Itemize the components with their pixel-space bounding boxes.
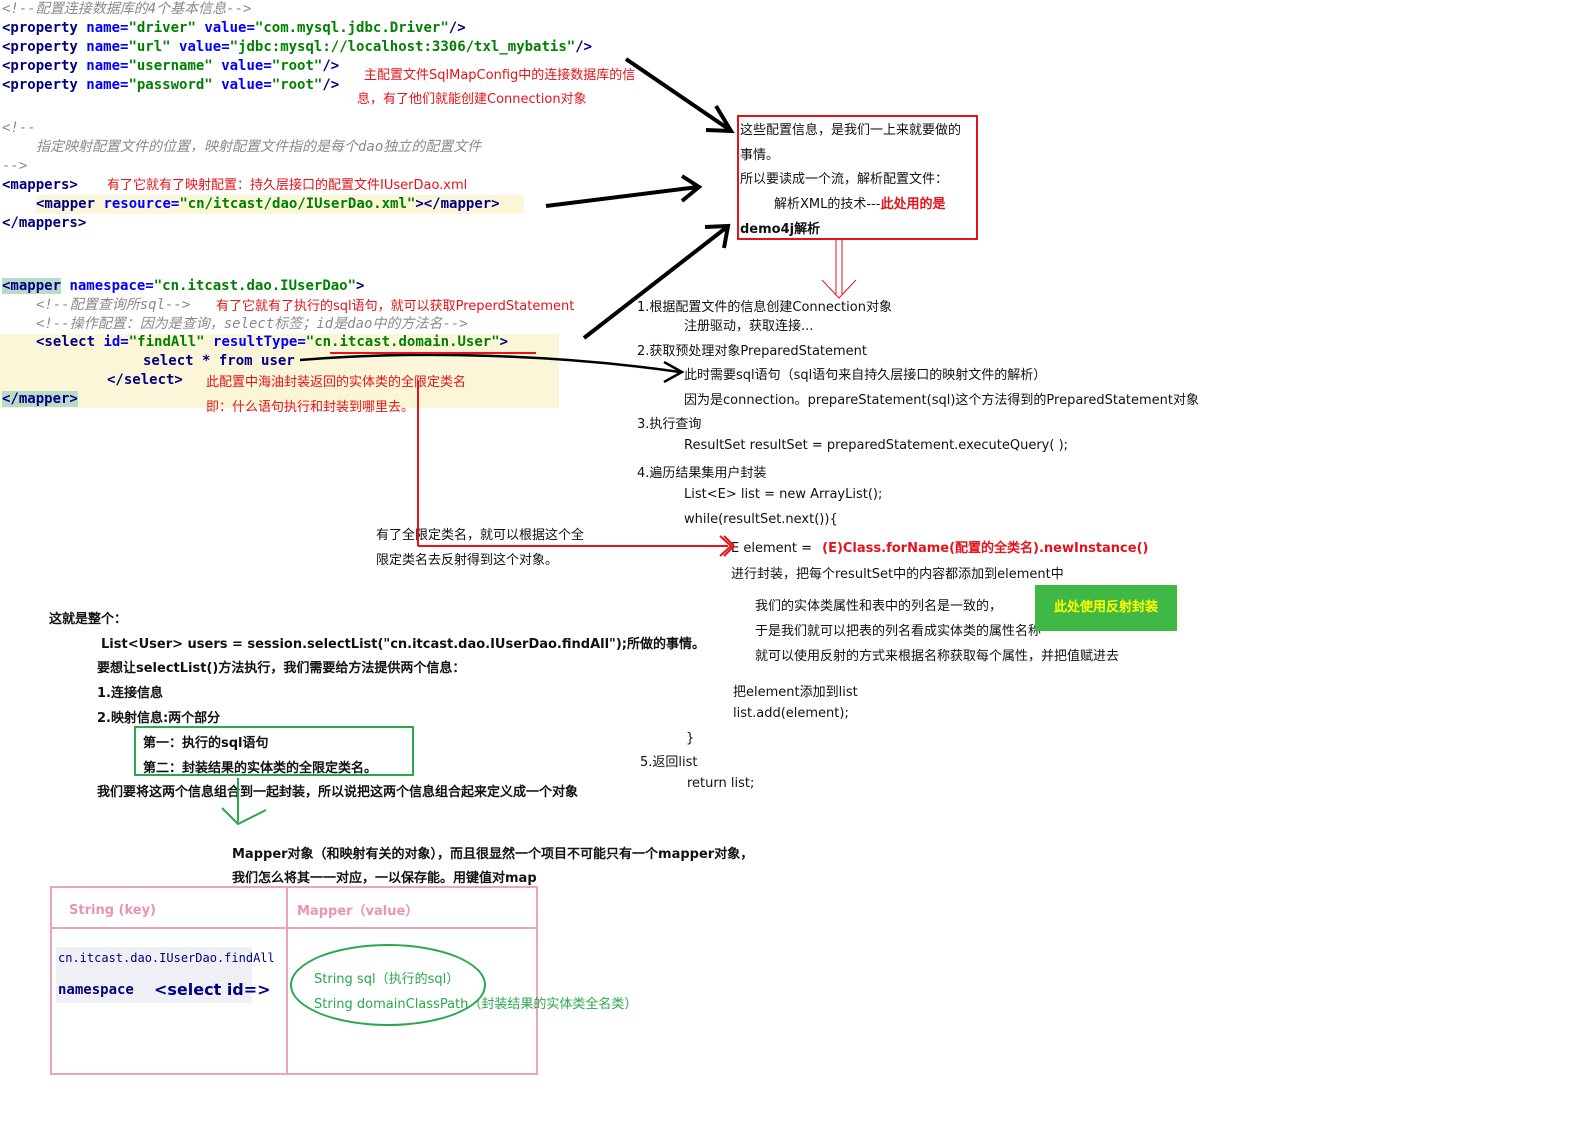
map-value-header: Mapper（value）: [297, 904, 419, 919]
step-2b: 因为是connection。prepareStatement(sql)这个方法得…: [684, 393, 1200, 408]
mapper-open-line: <mapper namespace="cn.itcast.dao.IUserDa…: [2, 278, 365, 294]
note-resulttype-1: 此配置中海油封装返回的实体类的全限定类名: [206, 375, 467, 390]
box-line1: 这些配置信息，是我们一上来就要做的: [740, 123, 962, 138]
sql-statement: select * from user: [143, 353, 295, 369]
step-4g: 就可以使用反射的方式来根据名称获取每个属性，并把值赋进去: [755, 649, 1120, 664]
property-url: <property name="url" value="jdbc:mysql:/…: [2, 39, 593, 55]
summary-l3: 要想让selectList()方法执行，我们需要给方法提供两个信息：: [97, 661, 466, 676]
step-4h: 把element添加到list: [733, 685, 858, 700]
property-driver: <property name="driver" value="com.mysql…: [2, 20, 466, 36]
property-username: <property name="username" value="root"/>: [2, 58, 340, 74]
map-table-row-divider: [50, 927, 538, 929]
box-line5: demo4j解析: [740, 222, 821, 237]
summary-l4: 1.连接信息: [97, 686, 163, 701]
step-4b: while(resultSet.next()){: [684, 512, 838, 527]
step-5a: return list;: [687, 776, 755, 791]
select-open-line: <select id="findAll" resultType="cn.itca…: [36, 334, 509, 350]
map-key-select-id: <select id=>: [154, 980, 271, 999]
select-close-line: </select>: [107, 372, 183, 388]
db-comment: <!--配置连接数据库的4个基本信息-->: [2, 0, 251, 19]
map-key-header: String (key): [69, 903, 157, 918]
summary-l1: 这就是整个：: [49, 612, 128, 627]
box-line3: 所以要读成一个流，解析配置文件：: [740, 172, 949, 187]
summary-l8: 我们要将这两个信息组合到一起封装，所以说把这两个信息组合起来定义成一个对象: [97, 785, 579, 800]
property-password: <property name="password" value="root"/>: [2, 77, 340, 93]
mappers-comment-open: <!--: [2, 120, 36, 136]
summary-l5: 2.映射信息:两个部分: [97, 711, 221, 726]
map-key-namespace: namespace: [58, 982, 134, 998]
step-3: 3.执行查询: [637, 417, 702, 432]
note-db-line2: 息，有了他们就能创建Connection对象: [357, 92, 587, 107]
mapper-close-line: </mapper>: [2, 391, 78, 407]
step-4i: list.add(element);: [733, 706, 849, 721]
step-2a: 此时需要sql语句（sql语句来自持久层接口的映射文件的解析）: [684, 368, 1047, 383]
step-4f: 于是我们就可以把表的列名看成实体类的属性名称: [755, 624, 1042, 639]
mapper-comment-1: <!--配置查询所sql-->: [36, 297, 191, 313]
summary-l6: 第一：执行的sql语句: [143, 736, 269, 751]
arrow-mappers-to-box: [545, 174, 703, 208]
step-1a: 注册驱动，获取连接...: [684, 319, 814, 334]
reflection-badge: 此处使用反射封装: [1035, 585, 1177, 631]
map-key-fullname: cn.itcast.dao.IUserDao.findAll: [58, 951, 275, 965]
mapper-obj-l2: 我们怎么将其一一对应，一以保存能。用键值对map: [232, 871, 537, 886]
step-4d: 进行封装，把每个resultSet中的内容都添加到element中: [731, 567, 1064, 582]
step-4j: }: [686, 731, 695, 746]
summary-l2: List<User> users = session.selectList("c…: [101, 637, 705, 652]
mapper-resource-line: <mapper resource="cn/itcast/dao/IUserDao…: [36, 195, 524, 214]
step-3a: ResultSet resultSet = preparedStatement.…: [684, 438, 1069, 453]
mappers-open: <mappers>: [2, 177, 78, 193]
mappers-close: </mappers>: [2, 215, 87, 231]
step-4c: E element = (E)Class.forName(配置的全类名).new…: [731, 541, 1149, 556]
note-resulttype-2: 即：什么语句执行和封装到哪里去。: [206, 400, 415, 415]
map-value-sql: String sql（执行的sql）: [314, 972, 460, 987]
box-line4: 解析XML的技术---此处用的是: [774, 197, 946, 212]
step-5: 5.返回list: [640, 755, 698, 770]
map-value-classpath: String domainClassPath（封装结果的实体类全名类）: [314, 997, 638, 1012]
box-line2: 事情。: [740, 148, 780, 163]
mappers-comment-close: -->: [2, 158, 28, 174]
db-comment-text: <!--配置连接数据库的4个基本信息-->: [2, 1, 252, 17]
arrow-db-to-box: [624, 57, 735, 134]
step-2: 2.获取预处理对象PreparedStatement: [637, 344, 868, 359]
mappers-comment-body: 指定映射配置文件的位置，映射配置文件指的是每个dao独立的配置文件: [36, 139, 482, 155]
step-4: 4.遍历结果集用户封装: [637, 466, 767, 481]
note-sql: 有了它就有了执行的sql语句，就可以获取PreperdStatement: [216, 299, 575, 314]
step-4a: List<E> list = new ArrayList();: [684, 487, 883, 502]
note-mappers: 有了它就有了映射配置：持久层接口的配置文件IUserDao.xml: [107, 178, 468, 193]
step-4e: 我们的实体类属性和表中的列名是一致的，: [755, 599, 1003, 614]
note-reflect-2: 限定类名去反射得到这个对象。: [376, 553, 559, 568]
note-db-line1: 主配置文件SqlMapConfig中的连接数据库的信: [364, 68, 636, 83]
summary-l7: 第二：封装结果的实体类的全限定类名。: [143, 761, 378, 776]
map-table-col-divider: [286, 886, 288, 1075]
arrow-box-down: [821, 238, 857, 299]
note-reflect-1: 有了全限定类名，就可以根据这个全: [376, 528, 585, 543]
step-1: 1.根据配置文件的信息创建Connection对象: [637, 300, 892, 315]
mapper-comment-2: <!--操作配置：因为是查询，select标签；id是dao中的方法名-->: [36, 316, 468, 332]
mapper-obj-l1: Mapper对象（和映射有关的对象），而且很显然一个项目不可能只有一个mappe…: [232, 847, 754, 862]
